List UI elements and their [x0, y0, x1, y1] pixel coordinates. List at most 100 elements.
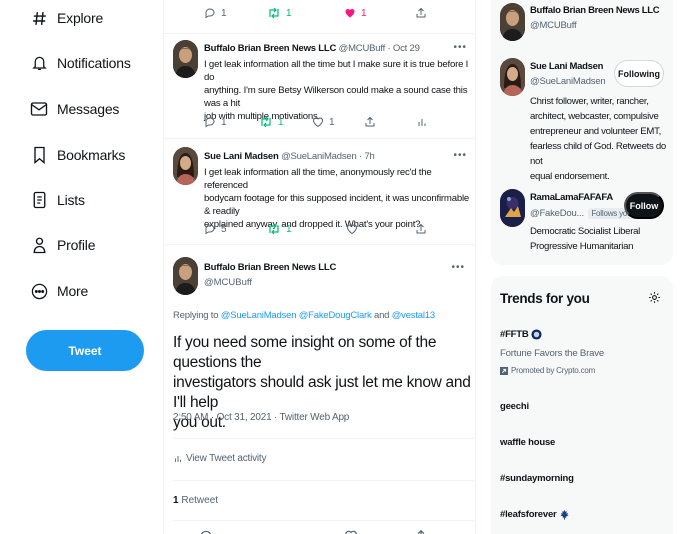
author-handle[interactable]: @MCUBuff: [339, 43, 386, 54]
trend-item[interactable]: #leafsforever: [500, 509, 570, 520]
bio-line: equal endorsement.: [530, 171, 610, 182]
person-bio: Democratic Socialist Liberal Progressive…: [530, 224, 670, 254]
retweet-count: 1: [286, 7, 292, 19]
tweet-button[interactable]: Tweet: [26, 330, 144, 371]
author-name[interactable]: Buffalo Brian Breen News LLC: [204, 43, 336, 54]
tweet-item[interactable]: Sue Lani Madsen @SueLaniMadsen · 7h ••• …: [164, 139, 475, 245]
trend-item[interactable]: geechi: [500, 401, 529, 412]
bookmark-icon: [28, 144, 50, 166]
primary-navigation: Explore Notifications Messages Bookmarks…: [0, 0, 163, 534]
retweet-button[interactable]: 1: [267, 7, 292, 19]
person-name[interactable]: Sue Lani Madsen: [530, 61, 603, 72]
tweet-header: Sue Lani Madsen @SueLaniMadsen · 7h: [204, 151, 375, 162]
share-button[interactable]: [414, 529, 433, 534]
relevant-people-panel: Buffalo Brian Breen News LLC @MCUBuff Su…: [491, 0, 673, 265]
replying-to-and: and: [371, 310, 392, 321]
list-icon: [28, 189, 50, 211]
nav-item-notifications[interactable]: Notifications: [28, 46, 131, 80]
bio-line: Democratic Socialist Liberal: [530, 226, 640, 237]
like-button[interactable]: [344, 529, 363, 534]
like-button[interactable]: 1: [344, 7, 367, 19]
tweet-timestamp[interactable]: 2:50 AM · Oct 31, 2021 · Twitter Web App: [173, 412, 349, 423]
replying-to-user[interactable]: @vestal13: [392, 310, 435, 321]
replying-to-label: Replying to: [173, 310, 221, 321]
tweet-text-line: I get leak information all the time, ano…: [204, 167, 432, 191]
bio-line: Christ follower, writer, rancher,: [530, 96, 649, 107]
trend-item[interactable]: waffle house: [500, 437, 555, 448]
nav-label-more: More: [57, 283, 89, 299]
tweet-header: Buffalo Brian Breen News LLC @MCUBuff · …: [204, 43, 420, 54]
tweet-time[interactable]: Oct 29: [393, 43, 420, 54]
follow-button[interactable]: Follow: [624, 192, 664, 219]
person-bio: Christ follower, writer, rancher, archit…: [530, 94, 670, 184]
tweet-text: I get leak information all the time but …: [204, 58, 472, 123]
avatar[interactable]: [173, 40, 198, 78]
avatar[interactable]: [173, 147, 198, 185]
tweet-text-line: anything. I'm sure Betsy Wilkerson could…: [204, 85, 468, 109]
reply-button[interactable]: [199, 529, 218, 534]
divider: [173, 480, 475, 481]
share-button[interactable]: [415, 223, 432, 235]
like-button[interactable]: 1: [312, 116, 335, 128]
reply-button[interactable]: 1: [204, 116, 227, 128]
gear-icon[interactable]: [648, 291, 661, 304]
trend-item[interactable]: #sundaymorning: [500, 473, 574, 484]
tweet-item[interactable]: Buffalo Brian Breen News LLC @MCUBuff · …: [164, 34, 475, 139]
retweet-count: 1: [278, 116, 284, 128]
share-icon: [417, 529, 425, 534]
avatar[interactable]: [500, 3, 525, 41]
heart-filled-icon: [345, 8, 355, 18]
nav-item-profile[interactable]: Profile: [28, 228, 95, 262]
nav-item-more[interactable]: More: [28, 274, 88, 308]
person-handle[interactable]: @SueLaniMadsen: [530, 76, 606, 87]
promoted-icon: [500, 366, 508, 375]
tweet-time[interactable]: 7h: [364, 151, 374, 162]
avatar[interactable]: [500, 58, 525, 96]
conversation-column: 1 1 1 Buffalo Brian Breen News LLC @MCUB…: [163, 0, 476, 534]
tweet-text-line: bodycam footage for this supposed incide…: [204, 193, 470, 217]
bio-line: fearless child of God. Retweets do not: [530, 141, 666, 167]
view-tweet-activity[interactable]: View Tweet activity: [173, 453, 267, 464]
share-button[interactable]: [415, 7, 432, 19]
person-name[interactable]: RamaLamaFAFAFA: [530, 192, 613, 203]
more-options-icon[interactable]: •••: [453, 42, 467, 53]
author-name[interactable]: Sue Lani Madsen: [204, 151, 279, 162]
author-handle[interactable]: @MCUBuff: [204, 277, 252, 288]
person-handle[interactable]: @MCUBuff: [530, 20, 577, 31]
reply-count: 1: [221, 116, 227, 128]
share-button[interactable]: [364, 116, 381, 128]
tweet-text-line: I get leak information all the time but …: [204, 59, 469, 83]
nav-item-bookmarks[interactable]: Bookmarks: [28, 138, 125, 172]
nav-item-lists[interactable]: Lists: [28, 183, 85, 217]
more-options-icon[interactable]: •••: [453, 150, 467, 161]
trends-panel: Trends for you #FFTB Fortune Favors the …: [491, 276, 673, 534]
analytics-button[interactable]: [416, 116, 433, 128]
reply-icon: [205, 117, 215, 128]
avatar[interactable]: [500, 189, 525, 227]
reply-icon: [205, 224, 215, 235]
retweet-button[interactable]: 1: [267, 223, 292, 235]
nav-label-lists: Lists: [57, 192, 85, 208]
author-name[interactable]: Buffalo Brian Breen News LLC: [204, 262, 336, 273]
nav-label-messages: Messages: [57, 101, 120, 117]
following-button[interactable]: Following: [614, 60, 664, 87]
promoted-by: Promoted by Crypto.com: [511, 366, 596, 375]
like-button[interactable]: [346, 223, 363, 235]
author-handle[interactable]: @SueLaniMadsen: [281, 151, 357, 162]
trend-item[interactable]: #FFTB: [500, 329, 542, 340]
nav-item-explore[interactable]: Explore: [28, 1, 103, 35]
person-handle-row: @FakeDou... Follows you: [530, 208, 635, 219]
person-handle[interactable]: @FakeDou...: [530, 208, 584, 219]
reply-button[interactable]: 1: [204, 7, 227, 19]
nav-label-explore: Explore: [57, 10, 104, 26]
nav-item-messages[interactable]: Messages: [28, 92, 119, 126]
retweet-stats[interactable]: 1 Retweet: [173, 495, 218, 506]
person-name[interactable]: Buffalo Brian Breen News LLC: [530, 5, 660, 16]
avatar[interactable]: [173, 257, 198, 295]
reply-button[interactable]: 5: [204, 223, 227, 235]
retweet-button[interactable]: 1: [259, 116, 284, 128]
replying-to-users[interactable]: @SueLaniMadsen @FakeDougClark: [221, 310, 372, 321]
more-circle-icon: [28, 280, 50, 302]
trend-name: #FFTB: [500, 329, 529, 340]
more-options-icon[interactable]: •••: [451, 262, 465, 273]
